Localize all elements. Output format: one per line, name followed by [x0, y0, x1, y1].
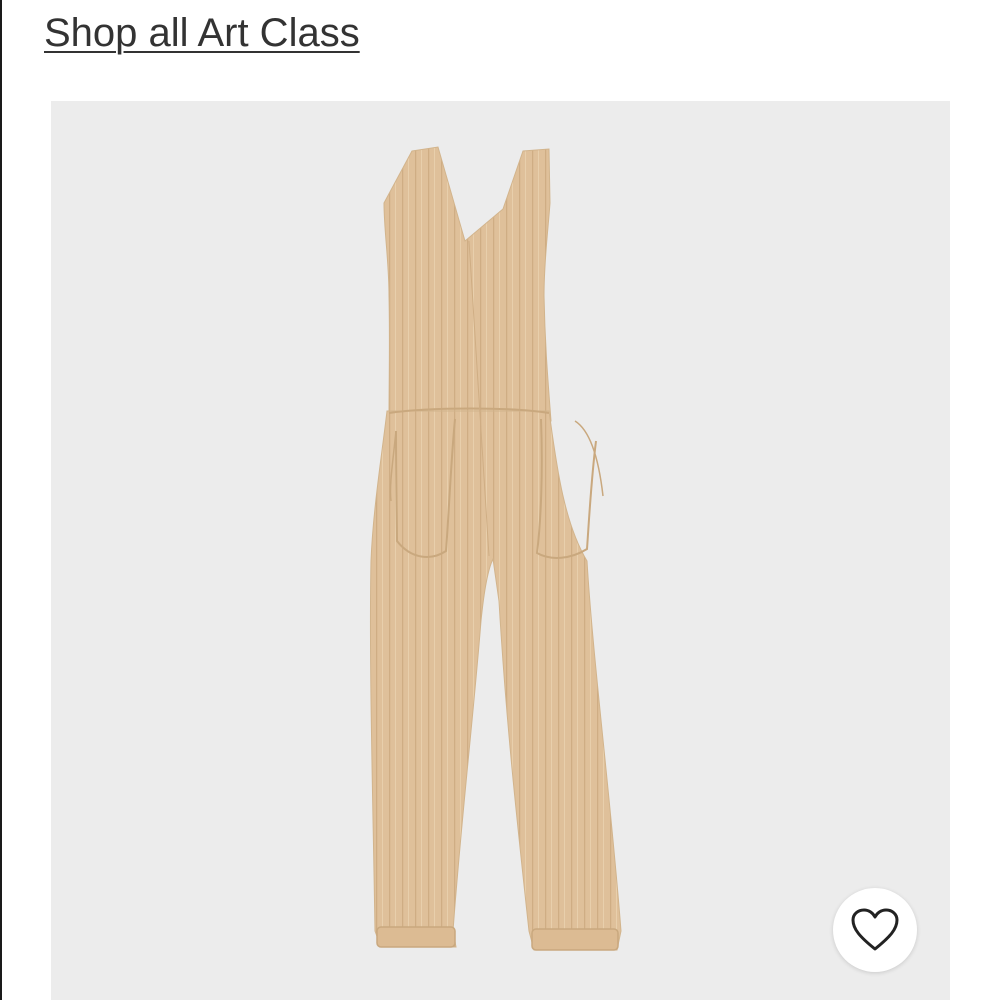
jumpsuit-bodice — [383, 146, 552, 422]
heart-icon — [851, 908, 899, 951]
product-image[interactable] — [51, 101, 950, 1000]
shop-all-link[interactable]: Shop all Art Class — [44, 8, 360, 58]
right-cuff — [531, 928, 619, 951]
left-cuff — [376, 926, 456, 948]
left-border — [0, 0, 2, 1000]
jumpsuit-pants — [369, 410, 622, 951]
product-page: Shop all Art Class — [0, 0, 1000, 1000]
jumpsuit-image — [369, 146, 622, 951]
favorite-button[interactable] — [833, 888, 917, 972]
